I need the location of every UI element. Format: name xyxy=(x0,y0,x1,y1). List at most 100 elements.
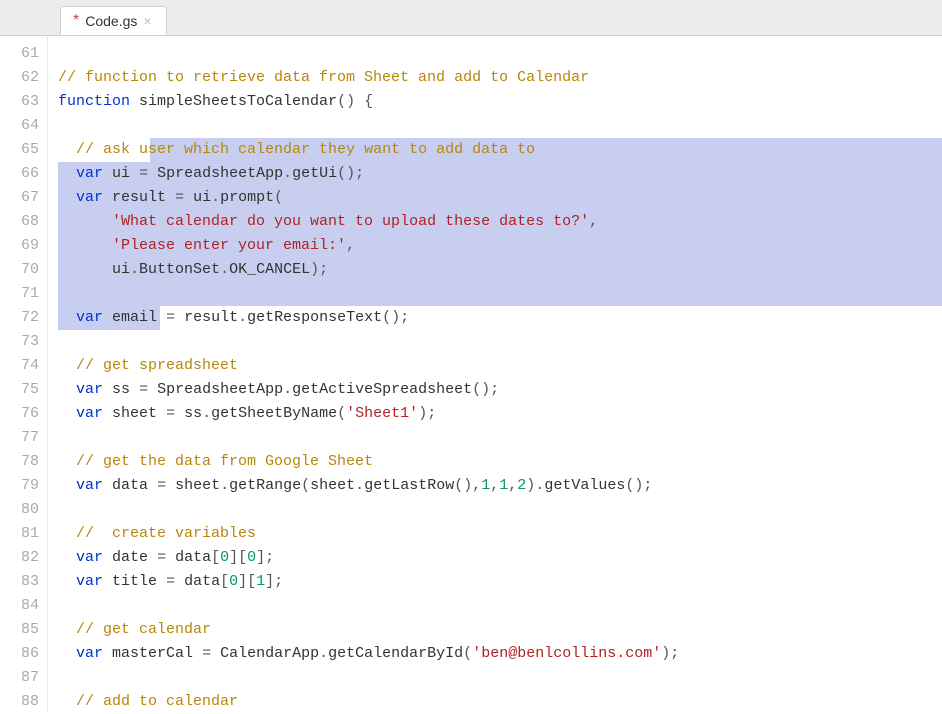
code-token: = xyxy=(166,309,184,326)
code-token: getCalendarById xyxy=(328,645,463,662)
code-token: ( xyxy=(337,405,346,422)
code-line[interactable]: // add to calendar xyxy=(58,690,942,714)
code-token: . xyxy=(355,477,364,494)
code-line[interactable]: var result = ui.prompt( xyxy=(58,186,942,210)
code-token xyxy=(58,477,76,494)
code-line[interactable]: var date = data[0][0]; xyxy=(58,546,942,570)
code-token xyxy=(130,93,139,110)
code-token: ss xyxy=(112,381,130,398)
line-number: 69 xyxy=(0,234,39,258)
code-token: var xyxy=(76,645,103,662)
code-token xyxy=(58,693,76,710)
code-line[interactable] xyxy=(58,666,942,690)
code-token: (); xyxy=(625,477,652,494)
code-token: // create variables xyxy=(76,525,256,542)
editor: 6162636465666768697071727374757677787980… xyxy=(0,36,942,711)
code-line[interactable] xyxy=(58,282,942,306)
code-line[interactable] xyxy=(58,594,942,618)
tab-code-gs[interactable]: * Code.gs × xyxy=(60,6,167,35)
code-line[interactable] xyxy=(58,426,942,450)
line-number: 65 xyxy=(0,138,39,162)
code-line[interactable]: // get the data from Google Sheet xyxy=(58,450,942,474)
code-token: 0 xyxy=(229,573,238,590)
code-token xyxy=(58,141,76,158)
code-token: // function to retrieve data from Sheet … xyxy=(58,69,589,86)
code-token: getUi xyxy=(292,165,337,182)
code-token: (), xyxy=(454,477,481,494)
code-token xyxy=(157,405,166,422)
code-line[interactable]: ui.ButtonSet.OK_CANCEL); xyxy=(58,258,942,282)
line-number: 62 xyxy=(0,66,39,90)
code-token: title xyxy=(112,573,157,590)
code-line[interactable]: var title = data[0][1]; xyxy=(58,570,942,594)
code-token: SpreadsheetApp xyxy=(157,381,283,398)
code-line[interactable]: function simpleSheetsToCalendar() { xyxy=(58,90,942,114)
code-token xyxy=(157,573,166,590)
code-token xyxy=(103,165,112,182)
code-line[interactable]: 'What calendar do you want to upload the… xyxy=(58,210,942,234)
code-token: // get the data from Google Sheet xyxy=(76,453,373,470)
line-number: 84 xyxy=(0,594,39,618)
line-number: 78 xyxy=(0,450,39,474)
code-token: [ xyxy=(220,573,229,590)
code-line[interactable]: // get spreadsheet xyxy=(58,354,942,378)
code-line[interactable] xyxy=(58,114,942,138)
code-line[interactable]: var email = result.getResponseText(); xyxy=(58,306,942,330)
code-token: [ xyxy=(211,549,220,566)
code-token xyxy=(58,189,76,206)
code-line[interactable] xyxy=(58,498,942,522)
code-token xyxy=(58,645,76,662)
code-line[interactable] xyxy=(58,330,942,354)
code-line[interactable]: // function to retrieve data from Sheet … xyxy=(58,66,942,90)
code-line[interactable]: var ui = SpreadsheetApp.getUi(); xyxy=(58,162,942,186)
code-line[interactable] xyxy=(58,42,942,66)
code-line[interactable]: // get calendar xyxy=(58,618,942,642)
code-token: () { xyxy=(337,93,373,110)
line-number: 61 xyxy=(0,42,39,66)
line-number: 70 xyxy=(0,258,39,282)
code-token: . xyxy=(202,405,211,422)
code-token: = xyxy=(139,165,157,182)
code-token: ][ xyxy=(229,549,247,566)
code-token: prompt xyxy=(220,189,274,206)
code-token xyxy=(103,477,112,494)
code-line[interactable]: var masterCal = CalendarApp.getCalendarB… xyxy=(58,642,942,666)
code-token: . xyxy=(211,189,220,206)
code-token: = xyxy=(175,189,193,206)
line-number: 68 xyxy=(0,210,39,234)
code-token: getSheetByName xyxy=(211,405,337,422)
close-icon[interactable]: × xyxy=(143,13,151,29)
code-token xyxy=(157,309,166,326)
code-line[interactable]: 'Please enter your email:', xyxy=(58,234,942,258)
code-token: data xyxy=(112,477,148,494)
code-line[interactable]: // ask user which calendar they want to … xyxy=(58,138,942,162)
code-line[interactable]: // create variables xyxy=(58,522,942,546)
code-area[interactable]: // function to retrieve data from Sheet … xyxy=(48,36,942,711)
code-token xyxy=(58,525,76,542)
code-token: // get calendar xyxy=(76,621,211,638)
code-token xyxy=(58,621,76,638)
code-token xyxy=(58,285,76,302)
text-selection xyxy=(58,282,942,306)
unsaved-indicator-icon: * xyxy=(73,16,79,26)
code-token xyxy=(130,381,139,398)
code-token: (); xyxy=(472,381,499,398)
code-token: simpleSheetsToCalendar xyxy=(139,93,337,110)
line-number: 86 xyxy=(0,642,39,666)
line-number: 82 xyxy=(0,546,39,570)
code-token xyxy=(130,165,139,182)
code-token: ); xyxy=(418,405,436,422)
code-token xyxy=(103,573,112,590)
line-number: 74 xyxy=(0,354,39,378)
code-token: ( xyxy=(463,645,472,662)
code-token: var xyxy=(76,477,103,494)
code-token: date xyxy=(112,549,148,566)
code-token: ui xyxy=(193,189,211,206)
code-line[interactable]: var data = sheet.getRange(sheet.getLastR… xyxy=(58,474,942,498)
code-line[interactable]: var ss = SpreadsheetApp.getActiveSpreads… xyxy=(58,378,942,402)
code-token: . xyxy=(319,645,328,662)
code-line[interactable]: var sheet = ss.getSheetByName('Sheet1'); xyxy=(58,402,942,426)
code-token: masterCal xyxy=(112,645,193,662)
line-number: 63 xyxy=(0,90,39,114)
code-token xyxy=(148,477,157,494)
